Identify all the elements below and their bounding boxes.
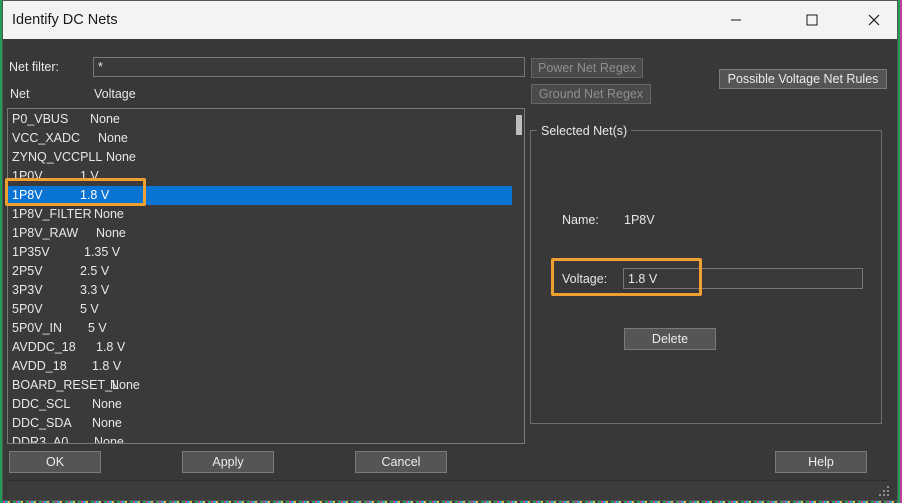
- net-list-row[interactable]: DDC_SCL None: [8, 395, 512, 414]
- net-list-row[interactable]: 5P0V_IN 5 V: [8, 319, 512, 338]
- net-list[interactable]: P0_VBUS None VCC_XADC None ZYNQ_VCCPLL None 1P…: [7, 108, 525, 444]
- ground-net-regex-button[interactable]: Ground Net Regex: [531, 84, 651, 104]
- net-name: 1P8V_RAW: [12, 226, 79, 240]
- ok-button[interactable]: OK: [9, 451, 101, 473]
- net-name: 1P8V_FILTER: [12, 207, 92, 221]
- help-button[interactable]: Help: [775, 451, 867, 473]
- net-voltage: 3.3 V: [80, 283, 110, 297]
- net-name: 3P3V: [12, 283, 43, 297]
- net-voltage: 2.5 V: [80, 264, 110, 278]
- net-voltage: None: [110, 378, 140, 392]
- net-name: DDR3_A0: [12, 435, 69, 444]
- net-list-row[interactable]: 5P0V 5 V: [8, 300, 512, 319]
- net-name: P0_VBUS: [12, 112, 69, 126]
- net-column-header: Net: [10, 87, 30, 101]
- net-voltage: 5 V: [88, 321, 107, 335]
- close-icon: [868, 14, 880, 26]
- net-voltage: None: [92, 416, 122, 430]
- selected-nets-group-label: Selected Net(s): [537, 124, 632, 138]
- net-filter-input[interactable]: [93, 57, 525, 77]
- delete-button[interactable]: Delete: [624, 328, 716, 350]
- net-name: 5P0V: [12, 302, 43, 316]
- voltage-column-header: Voltage: [94, 87, 136, 101]
- net-name: DDC_SCL: [12, 397, 71, 411]
- net-name: 1P35V: [12, 245, 50, 259]
- possible-voltage-net-rules-button[interactable]: Possible Voltage Net Rules: [719, 69, 887, 89]
- net-name: 5P0V_IN: [12, 321, 63, 335]
- minimize-button[interactable]: [713, 1, 759, 39]
- highlight-box-voltage: [551, 258, 702, 296]
- net-voltage: 5 V: [80, 302, 99, 316]
- net-name: ZYNQ_VCCPLL: [12, 150, 103, 164]
- net-voltage: 1.8 V: [96, 340, 126, 354]
- maximize-icon: [806, 14, 818, 26]
- net-voltage: None: [106, 150, 136, 164]
- net-voltage: None: [96, 226, 126, 240]
- window-title: Identify DC Nets: [12, 12, 118, 28]
- net-list-row[interactable]: ZYNQ_VCCPLL None: [8, 148, 512, 167]
- net-list-row[interactable]: AVDDC_18 1.8 V: [8, 338, 512, 357]
- highlight-box-list: [5, 178, 146, 206]
- net-list-row[interactable]: 3P3V 3.3 V: [8, 281, 512, 300]
- net-voltage: None: [92, 397, 122, 411]
- net-list-row[interactable]: 1P8V_FILTER None: [8, 205, 512, 224]
- net-name: 2P5V: [12, 264, 43, 278]
- net-name: VCC_XADC: [12, 131, 81, 145]
- net-voltage: 1.8 V: [92, 359, 122, 373]
- net-list-row[interactable]: VCC_XADC None: [8, 129, 512, 148]
- net-list-row[interactable]: DDC_SDA None: [8, 414, 512, 433]
- power-net-regex-button[interactable]: Power Net Regex: [531, 58, 643, 78]
- net-list-row[interactable]: AVDD_18 1.8 V: [8, 357, 512, 376]
- name-label: Name:: [562, 213, 599, 227]
- name-value: 1P8V: [624, 213, 655, 227]
- net-list-row[interactable]: 2P5V 2.5 V: [8, 262, 512, 281]
- net-name: AVDD_18: [12, 359, 67, 373]
- net-name: AVDDC_18: [12, 340, 76, 354]
- net-list-row[interactable]: P0_VBUS None: [8, 110, 512, 129]
- net-list-row[interactable]: 1P35V 1.35 V: [8, 243, 512, 262]
- net-voltage: None: [90, 112, 120, 126]
- net-list-row[interactable]: BOARD_RESET_L None: [8, 376, 512, 395]
- list-scrollbar[interactable]: [514, 109, 524, 443]
- apply-button[interactable]: Apply: [182, 451, 274, 473]
- scrollbar-thumb[interactable]: [516, 115, 522, 135]
- net-voltage: None: [94, 207, 124, 221]
- minimize-icon: [731, 19, 741, 21]
- resize-grip-icon[interactable]: [878, 485, 890, 497]
- net-list-row[interactable]: DDR3_A0 None: [8, 433, 512, 444]
- net-voltage: 1.35 V: [84, 245, 121, 259]
- status-bar: [7, 480, 887, 499]
- title-bar: Identify DC Nets: [3, 1, 897, 39]
- close-button[interactable]: [851, 1, 897, 39]
- net-filter-label: Net filter:: [9, 60, 60, 74]
- net-list-row[interactable]: 1P8V_RAW None: [8, 224, 512, 243]
- net-voltage: None: [94, 435, 124, 444]
- net-name: DDC_SDA: [12, 416, 72, 430]
- maximize-button[interactable]: [789, 1, 835, 39]
- cancel-button[interactable]: Cancel: [355, 451, 447, 473]
- net-voltage: None: [98, 131, 128, 145]
- net-name: BOARD_RESET_L: [12, 378, 119, 392]
